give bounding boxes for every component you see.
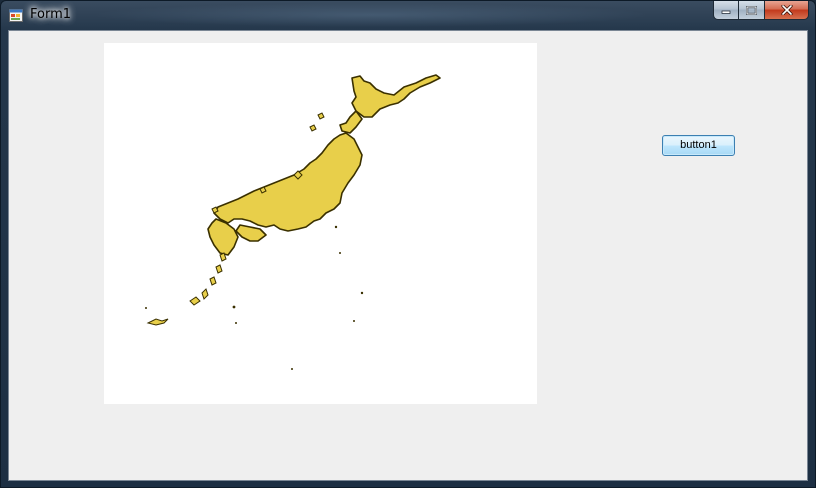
map-island xyxy=(209,276,217,286)
maximize-icon xyxy=(746,5,757,15)
map-island xyxy=(189,296,201,306)
map-island xyxy=(146,318,169,326)
window-title: Form1 xyxy=(30,7,72,22)
picture-box xyxy=(104,43,537,404)
form-client-area: button1 xyxy=(8,30,808,481)
maximize-button[interactable] xyxy=(739,1,765,20)
caption-buttons xyxy=(713,1,809,21)
minimize-icon xyxy=(721,10,731,14)
map-shikoku xyxy=(235,224,267,242)
application-window: Form1 button1 xyxy=(0,0,816,488)
title-bar-glow xyxy=(91,3,651,27)
title-bar[interactable]: Form1 xyxy=(1,1,815,29)
close-icon xyxy=(780,5,793,15)
map-kyushu xyxy=(207,218,239,256)
map-dots xyxy=(145,225,364,370)
map-island xyxy=(317,112,325,120)
button1[interactable]: button1 xyxy=(662,135,735,156)
map-honshu xyxy=(213,132,363,232)
minimize-button[interactable] xyxy=(713,1,739,20)
map-island xyxy=(215,264,223,274)
map-island xyxy=(201,288,209,300)
close-button[interactable] xyxy=(765,1,809,20)
form-app-icon[interactable] xyxy=(9,9,23,22)
japan-map xyxy=(145,74,441,370)
map-island xyxy=(309,124,317,132)
map-hokkaido-sw xyxy=(339,110,363,134)
map-hokkaido xyxy=(351,74,441,118)
